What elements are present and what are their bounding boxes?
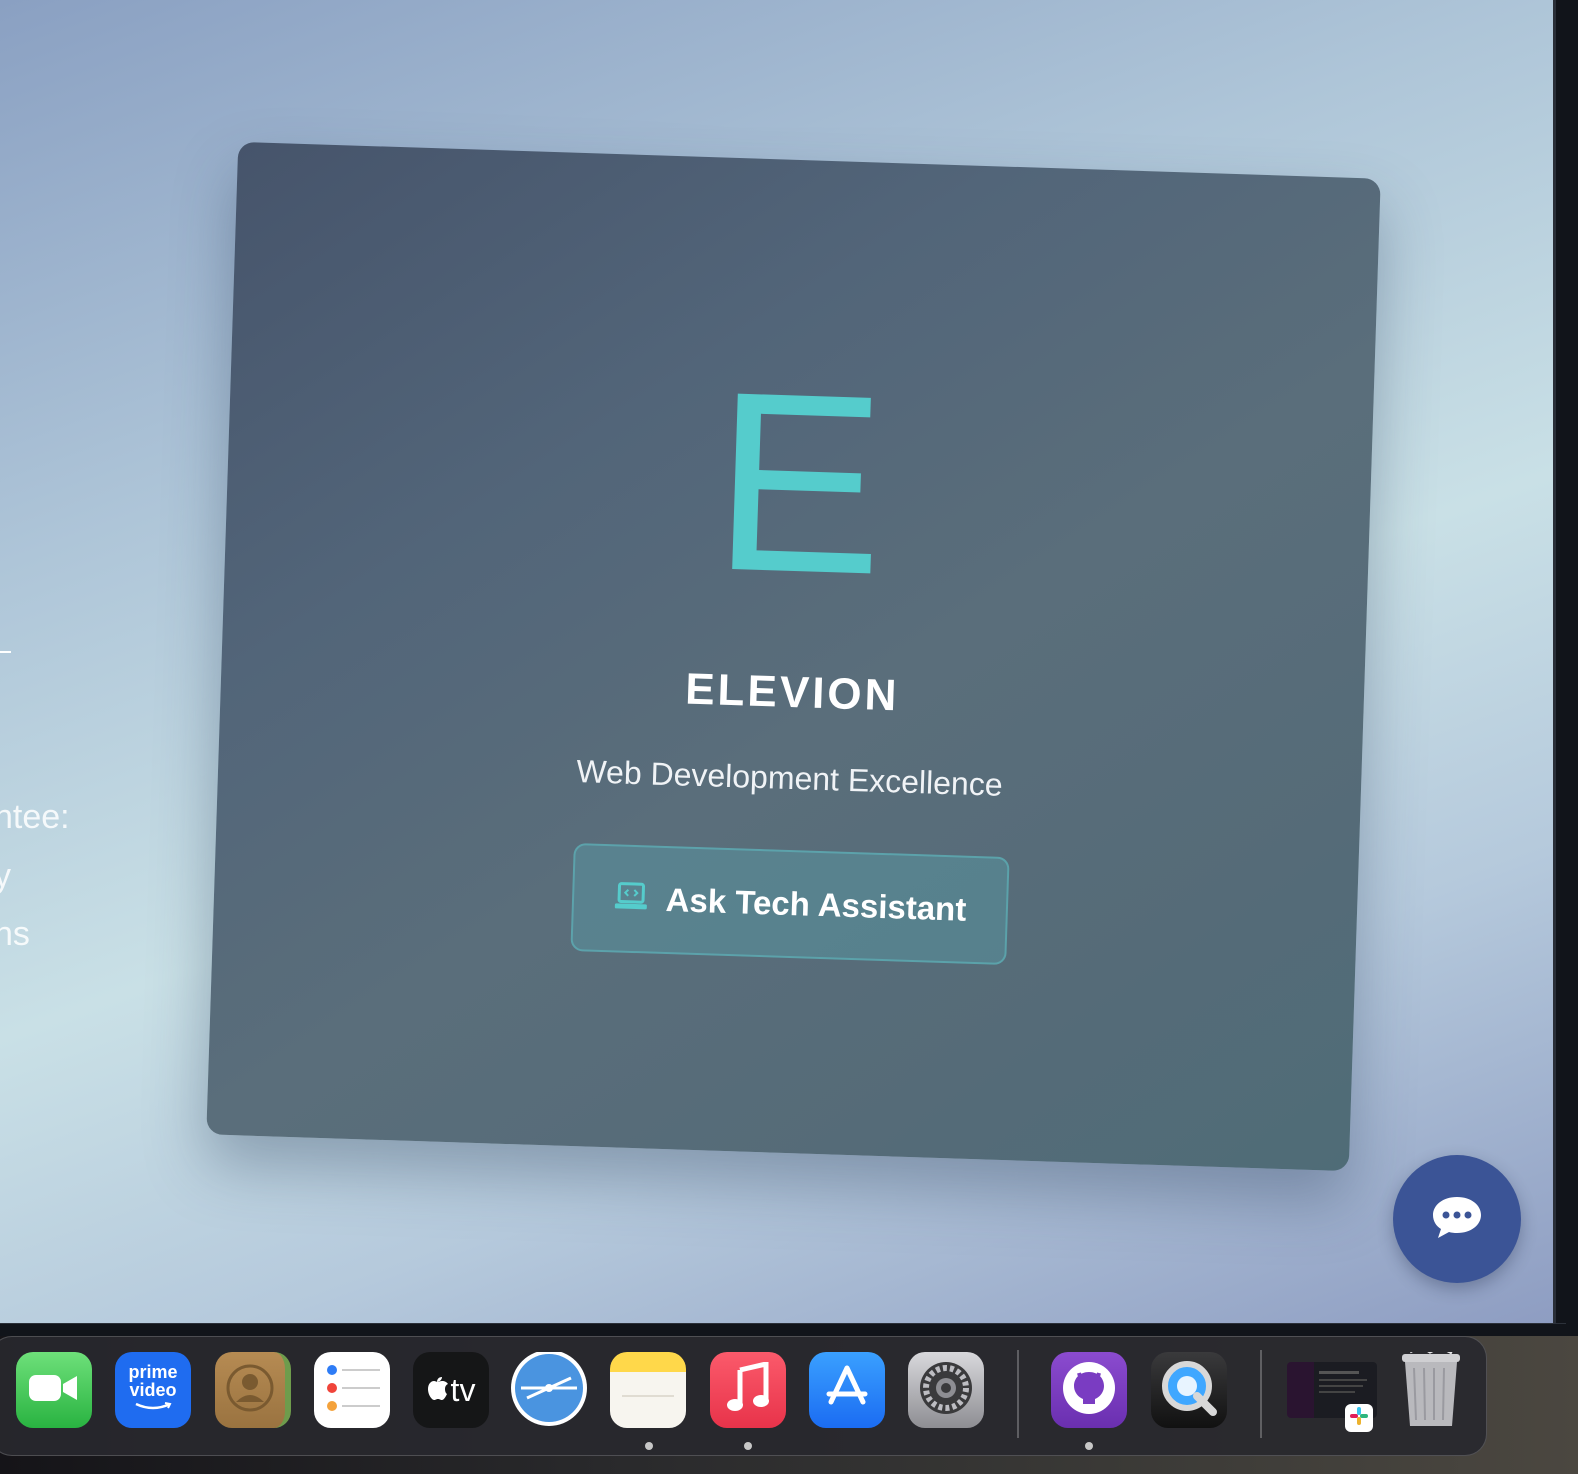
running-indicator bbox=[1085, 1442, 1093, 1450]
compass-icon bbox=[511, 1352, 587, 1428]
running-indicator bbox=[645, 1442, 653, 1450]
partial-divider bbox=[0, 651, 11, 653]
dock-prime-video[interactable]: prime video bbox=[115, 1352, 191, 1428]
dock-slack-badge bbox=[1345, 1404, 1373, 1432]
slack-icon bbox=[1349, 1406, 1369, 1431]
window-edge bbox=[1553, 0, 1578, 1336]
trash-icon bbox=[1396, 1352, 1466, 1428]
dock-facetime[interactable] bbox=[16, 1352, 92, 1428]
dock-reminders[interactable] bbox=[314, 1352, 390, 1428]
hero-card: E ELEVION Web Development Excellence Ask… bbox=[206, 141, 1381, 1172]
ask-tech-assistant-button[interactable]: Ask Tech Assistant bbox=[570, 843, 1010, 966]
dock-system-settings[interactable] bbox=[908, 1352, 984, 1428]
dock-safari[interactable] bbox=[511, 1352, 587, 1428]
quicktime-q-icon bbox=[1157, 1356, 1221, 1425]
smile-arrow-icon bbox=[133, 1399, 173, 1417]
partial-text-line: ntee: bbox=[0, 798, 70, 836]
partial-text-line: ns bbox=[0, 915, 30, 953]
ask-tech-assistant-label: Ask Tech Assistant bbox=[665, 881, 967, 928]
dock-separator bbox=[1260, 1350, 1262, 1438]
dock-separator bbox=[1017, 1350, 1019, 1438]
notepad-icon bbox=[618, 1368, 678, 1413]
video-camera-icon bbox=[27, 1371, 81, 1410]
music-note-icon bbox=[726, 1360, 770, 1419]
apple-logo-icon bbox=[427, 1375, 449, 1406]
dock-trash[interactable] bbox=[1393, 1352, 1469, 1428]
laptop-code-icon bbox=[613, 881, 648, 917]
checklist-icon bbox=[320, 1358, 384, 1423]
dock-contacts[interactable] bbox=[215, 1352, 291, 1428]
brand-title: ELEVION bbox=[684, 664, 901, 721]
dock-music[interactable] bbox=[710, 1352, 786, 1428]
prime-video-label: prime video bbox=[128, 1362, 178, 1400]
dock-notes[interactable] bbox=[610, 1352, 686, 1428]
logo-letter: E bbox=[709, 338, 889, 629]
github-icon bbox=[1059, 1358, 1119, 1423]
running-indicator bbox=[744, 1442, 752, 1450]
partial-text-line: y bbox=[0, 857, 11, 895]
chat-launcher-button[interactable] bbox=[1393, 1155, 1521, 1283]
window-bottom-edge bbox=[0, 1323, 1566, 1337]
browser-window: ntee: y ns E ELEVION Web Development Exc… bbox=[0, 0, 1553, 1323]
dock-github-desktop[interactable] bbox=[1051, 1352, 1127, 1428]
dock-quicktime[interactable] bbox=[1151, 1352, 1227, 1428]
person-icon bbox=[224, 1362, 276, 1419]
dock-app-store[interactable] bbox=[809, 1352, 885, 1428]
gear-icon bbox=[914, 1356, 978, 1425]
chat-bubble-icon bbox=[1430, 1193, 1484, 1246]
tagline: Web Development Excellence bbox=[575, 753, 1004, 803]
app-store-a-icon bbox=[821, 1362, 873, 1419]
dock-apple-tv[interactable]: tv bbox=[413, 1352, 489, 1428]
tv-label: tv bbox=[450, 1371, 476, 1408]
